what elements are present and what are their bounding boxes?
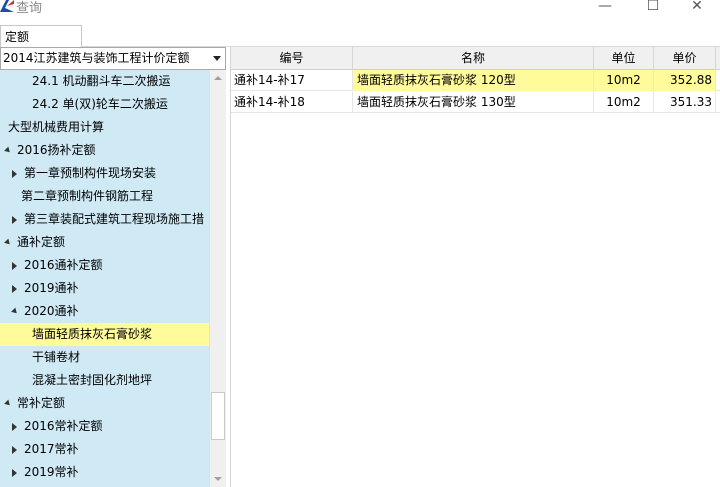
collapsed-triangle-icon[interactable] — [12, 262, 17, 270]
tree-node-label: 混凝土密封固化剂地坪 — [32, 373, 153, 387]
tree-node[interactable]: 混凝土密封固化剂地坪 — [0, 369, 209, 392]
tree-node-label: 2019通补 — [24, 281, 79, 295]
tree-node[interactable]: 第二章预制构件钢筋工程 — [0, 185, 209, 208]
scroll-down-arrow-icon[interactable] — [210, 471, 226, 487]
cell-name: 墙面轻质抹灰石膏砂浆 120型 — [353, 70, 594, 91]
cell-name: 墙面轻质抹灰石膏砂浆 130型 — [353, 92, 594, 113]
tree-node-label: 常补定额 — [17, 396, 66, 410]
tree-node[interactable]: 2019常补 — [0, 461, 209, 484]
tree-node-label: 2019常补 — [24, 465, 79, 479]
tree-scrollbar[interactable] — [209, 70, 226, 487]
tree-node-label: 第一章预制构件现场安装 — [24, 166, 157, 180]
minimize-button[interactable]: — — [582, 0, 628, 16]
tree-node[interactable]: 24.1 机动翻斗车二次搬运 — [0, 70, 209, 93]
tree-node-label: 通补定额 — [17, 235, 66, 249]
tree-node[interactable]: 2019通补 — [0, 277, 209, 300]
cell-code: 通补14-补18 — [231, 92, 353, 113]
column-header-price[interactable]: 单价 — [654, 47, 716, 70]
scrollbar-thumb[interactable] — [211, 392, 225, 440]
expanded-triangle-icon[interactable] — [4, 146, 12, 155]
tree-node-label: 2016常补定额 — [24, 419, 103, 433]
cell-code: 通补14-补17 — [231, 70, 353, 91]
expanded-triangle-icon[interactable] — [11, 307, 19, 316]
library-select[interactable]: 2014江苏建筑与装饰工程计价定额 — [0, 47, 226, 70]
tree-node[interactable]: 2016扬补定额 — [0, 139, 209, 162]
column-header-code[interactable]: 编号 — [231, 47, 353, 70]
tree-node-label: 24.1 机动翻斗车二次搬运 — [32, 74, 171, 88]
tree-node-label: 24.2 单(双)轮车二次搬运 — [32, 97, 168, 111]
table-header: 编号 名称 单位 单价 — [231, 47, 720, 70]
tree-node[interactable]: 2016常补定额 — [0, 415, 209, 438]
tree-node[interactable]: 墙面轻质抹灰石膏砂浆 — [0, 323, 209, 346]
tree-node[interactable]: 2016通补定额 — [0, 254, 209, 277]
tree-node[interactable]: 24.2 单(双)轮车二次搬运 — [0, 93, 209, 116]
collapsed-triangle-icon[interactable] — [12, 446, 17, 454]
cell-unit: 10m2 — [594, 92, 654, 113]
tree-node[interactable]: 通补定额 — [0, 231, 209, 254]
tree-node[interactable]: 第三章装配式建筑工程现场施工措 — [0, 208, 209, 231]
result-table: 编号 名称 单位 单价 通补14-补17 墙面轻质抹灰石膏砂浆 120型 10m2 3… — [230, 47, 720, 487]
expanded-triangle-icon[interactable] — [4, 238, 12, 247]
column-header-unit[interactable]: 单位 — [594, 47, 654, 70]
maximize-button[interactable]: ☐ — [630, 0, 676, 16]
tree-node[interactable]: 2020通补 — [0, 300, 209, 323]
tree-node-label: 墙面轻质抹灰石膏砂浆 — [32, 327, 153, 341]
collapsed-triangle-icon[interactable] — [12, 285, 17, 293]
cell-price: 351.33 — [654, 92, 716, 113]
tree-node[interactable]: 大型机械费用计算 — [0, 116, 209, 139]
tree-node-label: 干铺卷材 — [32, 350, 81, 364]
column-header-name[interactable]: 名称 — [353, 47, 594, 70]
table-row[interactable]: 通补14-补18 墙面轻质抹灰石膏砂浆 130型 10m2 351.33 — [231, 92, 720, 113]
close-button[interactable]: ✕ — [674, 0, 720, 16]
scroll-up-arrow-icon[interactable] — [210, 70, 226, 86]
cell-price: 352.88 — [654, 70, 716, 91]
quota-tree[interactable]: 24.1 机动翻斗车二次搬运 24.2 单(双)轮车二次搬运大型机械费用计算 201… — [0, 70, 209, 487]
chevron-down-icon[interactable] — [213, 56, 221, 61]
tree-node[interactable]: 常补定额 — [0, 392, 209, 415]
tree-node-label: 第二章预制构件钢筋工程 — [21, 189, 154, 203]
tree-node-label: 第三章装配式建筑工程现场施工措 — [24, 212, 205, 226]
tree-node-label: 2016通补定额 — [24, 258, 103, 272]
collapsed-triangle-icon[interactable] — [12, 216, 17, 224]
collapsed-triangle-icon[interactable] — [12, 423, 17, 431]
tree-node-label: 大型机械费用计算 — [8, 120, 105, 134]
cell-unit: 10m2 — [594, 70, 654, 91]
library-select-value: 2014江苏建筑与装饰工程计价定额 — [3, 51, 190, 65]
left-panel: 2014江苏建筑与装饰工程计价定额 24.1 机动翻斗车二次搬运 24.2 单(双… — [0, 47, 226, 487]
collapsed-triangle-icon[interactable] — [12, 469, 17, 477]
tab-quota[interactable]: 定额 — [0, 25, 82, 47]
tree-node-label: 2020通补 — [24, 304, 79, 318]
tree-node-label: 2017常补 — [24, 442, 79, 456]
app-logo-icon — [0, 0, 14, 12]
table-row[interactable]: 通补14-补17 墙面轻质抹灰石膏砂浆 120型 10m2 352.88 — [231, 70, 720, 91]
expanded-triangle-icon[interactable] — [4, 399, 12, 408]
window-title: 查询 — [16, 1, 43, 16]
tree-node[interactable]: 干铺卷材 — [0, 346, 209, 369]
title-bar: 查询 — ☐ ✕ — [0, 0, 720, 20]
collapsed-triangle-icon[interactable] — [12, 170, 17, 178]
tree-node-label: 2016扬补定额 — [17, 143, 96, 157]
tree-node[interactable]: 第一章预制构件现场安装 — [0, 162, 209, 185]
tree-node[interactable]: 2017常补 — [0, 438, 209, 461]
